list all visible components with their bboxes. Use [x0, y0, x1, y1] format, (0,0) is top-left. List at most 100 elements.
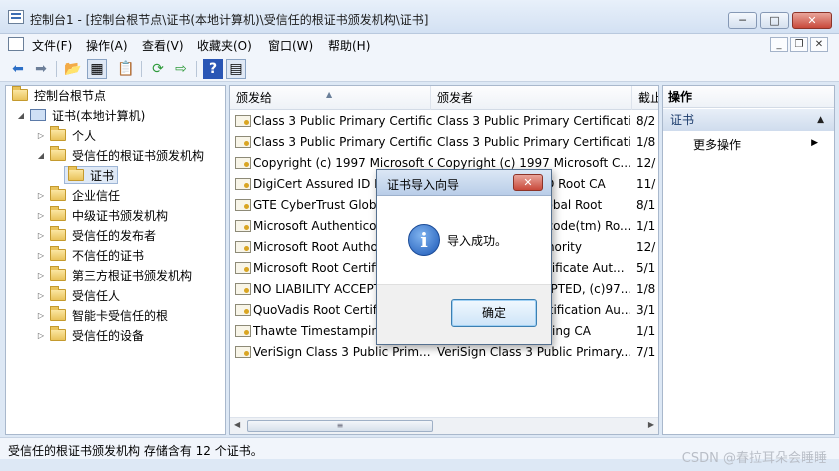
more-actions-link[interactable]: 更多操作 — [693, 136, 741, 153]
mdi-close-button[interactable]: ✕ — [810, 37, 828, 52]
close-button[interactable]: ✕ — [792, 12, 832, 29]
scroll-right-arrow-icon[interactable]: ▶ — [648, 420, 654, 429]
menu-favorites[interactable]: 收藏夹(O) — [197, 37, 252, 54]
menu-help[interactable]: 帮助(H) — [328, 37, 370, 54]
table-row[interactable]: Class 3 Public Primary Certificat... Clas… — [230, 111, 658, 132]
minimize-button[interactable]: ─ — [728, 12, 757, 29]
import-success-dialog: 证书导入向导 ✕ i 导入成功。 确定 — [376, 169, 552, 345]
up-folder-icon[interactable]: 📂 — [63, 59, 83, 79]
list-header: 颁发给 ▲ 颁发者 截止 — [230, 86, 658, 110]
collapsed-arrow-icon[interactable]: ▷ — [36, 291, 46, 300]
scroll-left-arrow-icon[interactable]: ◀ — [234, 420, 240, 429]
tree-item-label: 不信任的证书 — [72, 248, 145, 263]
back-arrow-icon[interactable]: ⬅ — [8, 59, 28, 79]
tree-item-trusted-root-ca[interactable]: ◢ 受信任的根证书颁发机构 — [36, 146, 204, 164]
mdi-minimize-button[interactable]: _ — [770, 37, 788, 52]
tree-item-intermediate-ca[interactable]: ▷ 中级证书颁发机构 — [36, 206, 168, 224]
certificate-icon — [235, 304, 251, 316]
certificate-icon — [235, 136, 251, 148]
help-icon[interactable]: ? — [203, 59, 223, 79]
certificate-icon — [235, 325, 251, 337]
tree-item-untrusted-certificates[interactable]: ▷ 不信任的证书 — [36, 246, 144, 264]
certificate-icon — [235, 241, 251, 253]
horizontal-scrollbar[interactable]: ◀ ≡ ▶ — [230, 417, 658, 434]
menu-action[interactable]: 操作(A) — [86, 37, 128, 54]
tree-item-label: 证书 — [90, 168, 115, 183]
certificate-icon — [235, 199, 251, 211]
menu-view[interactable]: 查看(V) — [142, 37, 184, 54]
window-title: 控制台1 - [控制台根节点\证书(本地计算机)\受信任的根证书颁发机构\证书] — [30, 13, 429, 27]
collapsed-arrow-icon[interactable]: ▷ — [36, 271, 46, 280]
tree-selection-highlight: 证书 — [64, 166, 119, 184]
menu-window[interactable]: 窗口(W) — [268, 37, 313, 54]
folder-icon — [50, 206, 66, 221]
menu-file[interactable]: 文件(F) — [32, 37, 72, 54]
tree-item-label: 受信任人 — [72, 288, 121, 303]
tree-item-third-party-root-ca[interactable]: ▷ 第三方根证书颁发机构 — [36, 266, 192, 284]
collapsed-arrow-icon[interactable]: ▷ — [36, 251, 46, 260]
forward-arrow-icon[interactable]: ➡ — [31, 59, 51, 79]
certificate-icon — [235, 283, 251, 295]
certificate-icon — [235, 178, 251, 190]
actions-section-certificates[interactable]: 证书 ▲ — [663, 109, 834, 131]
console-tree: 控制台根节点 ◢ 证书(本地计算机) ▷ 个人 ◢ 受信任的根证书颁发机构 证书… — [5, 85, 226, 435]
expanded-arrow-icon[interactable]: ◢ — [16, 111, 26, 120]
folder-icon — [50, 326, 66, 341]
export-list-icon[interactable]: ⇨ — [171, 59, 191, 79]
maximize-button[interactable]: □ — [760, 12, 789, 29]
tree-item-trusted-people[interactable]: ▷ 受信任人 — [36, 286, 120, 304]
cell-expiration: 1/1 — [636, 324, 656, 338]
table-row[interactable]: Class 3 Public Primary Certificati... Cla… — [230, 132, 658, 153]
collapsed-arrow-icon[interactable]: ▷ — [36, 231, 46, 240]
tree-item-trusted-publishers[interactable]: ▷ 受信任的发布者 — [36, 226, 156, 244]
folder-icon — [50, 266, 66, 281]
cell-issued-by: VeriSign Class 3 Public Primary... — [437, 345, 630, 359]
watermark: CSDN @春拉耳朵会睡睡 — [681, 451, 827, 466]
actions-section-label: 证书 — [670, 113, 695, 127]
console-menu-icon[interactable] — [8, 37, 24, 51]
tree-item-label: 中级证书颁发机构 — [72, 208, 169, 223]
expanded-arrow-icon[interactable]: ◢ — [36, 151, 46, 160]
tree-item-certificates-local-computer[interactable]: ◢ 证书(本地计算机) — [16, 106, 145, 124]
status-text: 受信任的根证书颁发机构 存储含有 12 个证书。 — [8, 444, 263, 458]
show-hide-tree-icon[interactable]: ▦ — [87, 59, 107, 79]
tree-item-personal[interactable]: ▷ 个人 — [36, 126, 96, 144]
tree-item-console-root[interactable]: 控制台根节点 — [12, 86, 106, 104]
dialog-close-button[interactable]: ✕ — [513, 174, 543, 191]
computer-cert-icon — [30, 109, 46, 121]
submenu-arrow-icon: ▶ — [811, 138, 818, 148]
column-header-expiration[interactable]: 截止 — [632, 86, 658, 110]
toolbar-separator — [141, 61, 142, 77]
tree-item-label: 企业信任 — [72, 188, 121, 203]
tree-item-certificates[interactable]: 证书 — [64, 166, 119, 184]
tree-item-label: 受信任的发布者 — [72, 228, 157, 243]
tree-item-trusted-devices[interactable]: ▷ 受信任的设备 — [36, 326, 144, 344]
properties-icon[interactable]: 📋 — [116, 59, 136, 79]
toolbar-separator — [196, 61, 197, 77]
tree-item-enterprise-trust[interactable]: ▷ 企业信任 — [36, 186, 120, 204]
mdi-restore-button[interactable]: ❐ — [790, 37, 808, 52]
column-header-issued-to[interactable]: 颁发给 ▲ — [230, 86, 431, 110]
folder-icon — [50, 246, 66, 261]
tree-item-smart-card-trusted-roots[interactable]: ▷ 智能卡受信任的根 — [36, 306, 168, 324]
dialog-message: 导入成功。 — [447, 234, 508, 248]
collapse-up-icon[interactable]: ▲ — [817, 109, 824, 131]
scrollbar-thumb[interactable]: ≡ — [247, 420, 433, 432]
ok-button[interactable]: 确定 — [451, 299, 537, 327]
collapsed-arrow-icon[interactable]: ▷ — [36, 131, 46, 140]
collapsed-arrow-icon[interactable]: ▷ — [36, 331, 46, 340]
folder-icon — [50, 126, 66, 141]
actions-header: 操作 — [663, 86, 834, 108]
folder-icon — [50, 226, 66, 241]
open-folder-icon — [68, 166, 84, 181]
tree-item-label: 证书(本地计算机) — [52, 108, 146, 123]
collapsed-arrow-icon[interactable]: ▷ — [36, 191, 46, 200]
refresh-icon[interactable]: ⟳ — [148, 59, 168, 79]
column-header-issued-by[interactable]: 颁发者 — [431, 86, 632, 110]
title-bar: 控制台1 - [控制台根节点\证书(本地计算机)\受信任的根证书颁发机构\证书]… — [0, 0, 839, 34]
cell-expiration: 8/1 — [636, 198, 656, 212]
collapsed-arrow-icon[interactable]: ▷ — [36, 211, 46, 220]
collapsed-arrow-icon[interactable]: ▷ — [36, 311, 46, 320]
show-hide-action-pane-icon[interactable]: ▤ — [226, 59, 246, 79]
table-row[interactable]: VeriSign Class 3 Public Prim... VeriSign … — [230, 342, 658, 363]
